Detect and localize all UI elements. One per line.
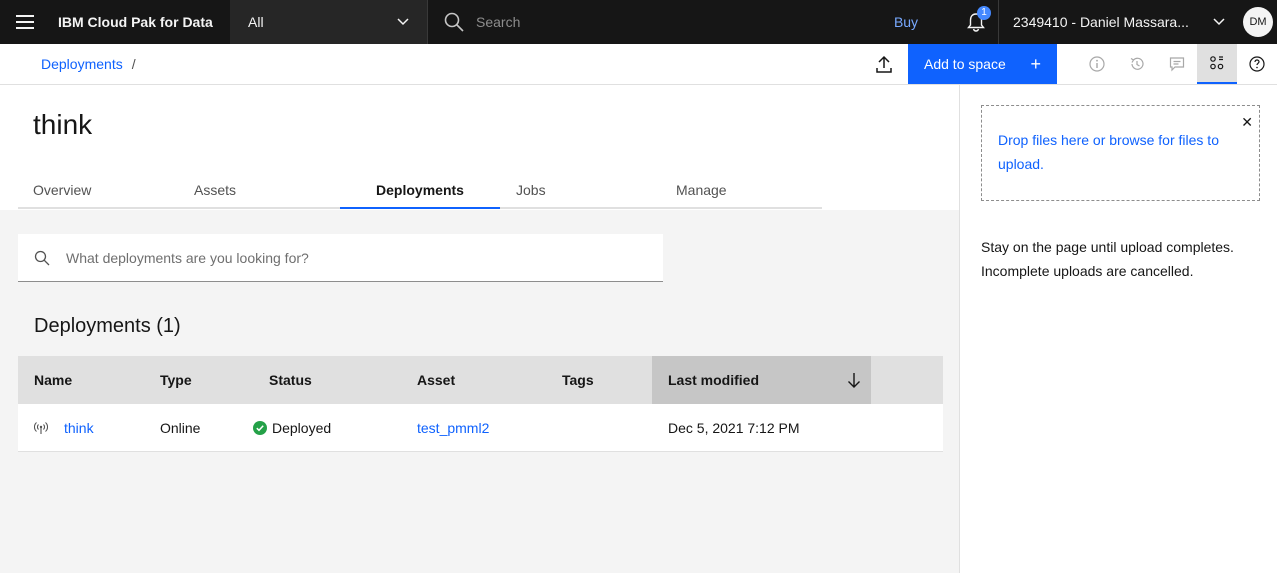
info-icon [1089,56,1105,72]
data-assets-icon [1210,56,1224,70]
page-header: think Overview Assets Deployments Jobs M… [0,85,959,210]
search-scope-value: All [248,14,264,30]
chat-icon [1169,57,1185,72]
product-name[interactable]: IBM Cloud Pak for Data [50,0,230,44]
global-search-placeholder: Search [476,14,521,30]
column-header-last-modified-label: Last modified [668,372,760,388]
history-icon [1130,57,1144,70]
tab-overview[interactable]: Overview [18,173,179,209]
deployments-table: Name Type Status Asset Tags Last modifie… [18,356,943,452]
chevron-down-icon [397,18,409,26]
notifications-button[interactable]: 1 [953,0,999,44]
main-content: think Overview Assets Deployments Jobs M… [0,85,959,573]
file-dropzone[interactable]: ✕ Drop files here or browse for files to… [981,105,1260,201]
chevron-down-icon [1213,18,1225,26]
data-panel-button[interactable] [1197,44,1237,84]
history-button[interactable] [1117,44,1157,84]
breadcrumb-deployments-link[interactable]: Deployments [41,56,123,72]
plus-icon: + [1030,53,1041,74]
column-header-tags[interactable]: Tags [546,356,652,404]
add-to-space-button[interactable]: Add to space + [908,44,1057,84]
arrow-down-icon [848,373,860,388]
close-icon[interactable]: ✕ [1241,110,1253,134]
notification-badge: 1 [977,6,991,20]
column-header-name[interactable]: Name [18,356,144,404]
cell-last-modified: Dec 5, 2021 7:12 PM [668,419,800,436]
account-name: 2349410 - Daniel Massara... [1013,14,1189,30]
upload-note: Stay on the page until upload completes.… [981,239,1234,279]
cell-status: Deployed [253,404,401,451]
tab-assets[interactable]: Assets [179,173,340,209]
column-header-asset[interactable]: Asset [401,356,546,404]
cell-spacer [871,404,943,451]
online-deployment-icon [34,421,48,434]
asset-link[interactable]: test_pmml2 [417,420,489,436]
tab-jobs[interactable]: Jobs [500,173,661,209]
search-scope-select[interactable]: All [230,0,428,44]
cell-type: Online [160,419,201,436]
search-icon [34,250,50,265]
checkmark-filled-icon [253,420,267,435]
table-row: think Online Deployed test_pmml2 Dec 5, … [18,404,943,452]
status-text: Deployed [272,419,332,436]
global-header: IBM Cloud Pak for Data All Search Buy 1 … [0,0,1277,44]
tab-list: Overview Assets Deployments Jobs Manage [18,173,822,209]
upload-icon [876,55,892,73]
comments-button[interactable] [1157,44,1197,84]
page-title: think [33,109,93,140]
cell-tags [546,404,652,451]
help-icon [1249,56,1265,72]
section-title: Deployments (1) [34,315,181,337]
avatar: DM [1243,7,1273,37]
account-switcher[interactable]: 2349410 - Daniel Massara... [999,0,1239,44]
breadcrumb-separator: / [131,56,136,72]
table-header-row: Name Type Status Asset Tags Last modifie… [18,356,943,404]
column-header-spacer [871,356,943,404]
add-to-space-label: Add to space [924,56,1006,72]
global-search-input[interactable]: Search [428,0,848,44]
column-header-status[interactable]: Status [253,356,401,404]
upload-side-panel: ✕ Drop files here or browse for files to… [959,85,1277,573]
upload-button[interactable] [860,44,908,84]
column-header-last-modified[interactable]: Last modified [652,356,871,404]
page-toolbar: Deployments / Add to space + [0,44,1277,85]
help-button[interactable] [1237,44,1277,84]
deployments-search-input[interactable]: What deployments are you looking for? [18,234,663,282]
buy-link[interactable]: Buy [859,0,953,44]
user-profile-button[interactable]: DM [1239,0,1277,44]
hamburger-menu-icon[interactable] [0,0,50,44]
breadcrumb: Deployments / [0,44,860,84]
info-button[interactable] [1077,44,1117,84]
cell-name: think [18,404,144,451]
tab-manage[interactable]: Manage [661,173,822,209]
search-icon [444,12,464,32]
cell-asset: test_pmml2 [401,404,546,451]
dropzone-text[interactable]: Drop files here or browse for files to u… [998,132,1219,172]
column-header-type[interactable]: Type [144,356,253,404]
tab-deployments[interactable]: Deployments [340,173,500,209]
deployments-search-placeholder: What deployments are you looking for? [66,249,309,266]
deployment-name-link[interactable]: think [64,420,94,436]
